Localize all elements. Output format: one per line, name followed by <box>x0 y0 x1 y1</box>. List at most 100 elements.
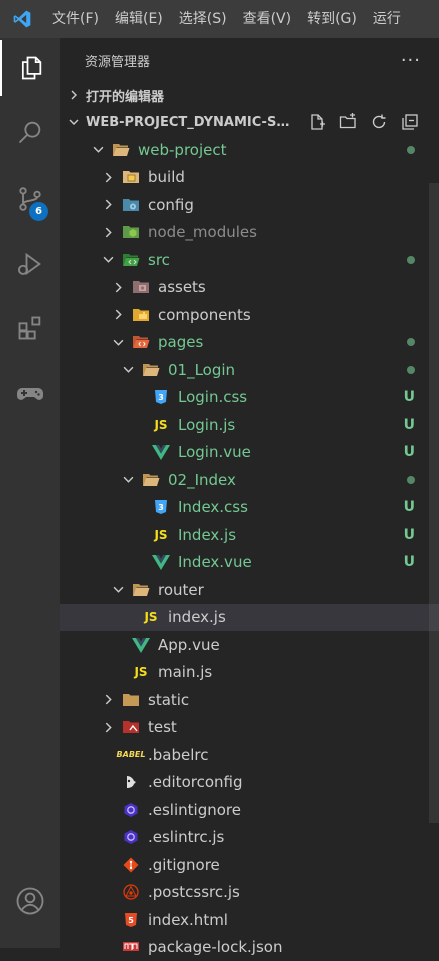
chevron-spacer <box>120 609 136 625</box>
chevron-right-icon[interactable] <box>100 169 116 185</box>
vue-file-icon <box>152 553 170 571</box>
git-status-untracked: U <box>404 417 415 433</box>
chevron-down-icon[interactable] <box>110 582 126 598</box>
chevron-down-icon[interactable] <box>110 334 126 350</box>
folder-open-icon <box>142 471 160 489</box>
tree-file-row[interactable]: Login.vueU <box>60 439 439 467</box>
tree-file-row[interactable]: Index.vueU <box>60 549 439 577</box>
tree-file-row[interactable]: .editorconfig <box>60 769 439 797</box>
extensions-icon[interactable] <box>0 300 60 356</box>
tree-file-row[interactable]: 3Index.cssU <box>60 494 439 522</box>
tree-file-row[interactable]: .eslintrc.js <box>60 824 439 852</box>
tree-file-row[interactable]: App.vue <box>60 631 439 659</box>
tree-folder-row[interactable]: router <box>60 576 439 604</box>
tree-folder-row[interactable]: static <box>60 686 439 714</box>
tree-item-label: Index.css <box>178 498 248 516</box>
chevron-spacer <box>130 444 146 460</box>
chevron-right-icon[interactable] <box>110 307 126 323</box>
menu-selection[interactable]: 选择(S) <box>171 0 235 38</box>
js-file-icon: JS <box>132 663 150 681</box>
explorer-actions <box>308 113 419 131</box>
menu-edit[interactable]: 编辑(E) <box>107 0 171 38</box>
eslint-file-icon <box>122 828 140 846</box>
new-folder-icon[interactable] <box>339 113 357 131</box>
tree-folder-row[interactable]: components <box>60 301 439 329</box>
chevron-down-icon[interactable] <box>120 362 136 378</box>
refresh-icon[interactable] <box>370 113 388 131</box>
chevron-right-icon[interactable] <box>110 279 126 295</box>
open-editors-label: 打开的编辑器 <box>86 86 164 105</box>
tree-file-row[interactable]: .gitignore <box>60 851 439 879</box>
chevron-spacer <box>100 939 116 955</box>
js-file-icon: JS <box>142 608 160 626</box>
tree-file-row[interactable]: JS Login.js U <box>60 411 439 439</box>
tree-file-row[interactable]: JSIndex.jsU <box>60 521 439 549</box>
chevron-right-icon[interactable] <box>100 197 116 213</box>
editorconfig-file-icon <box>122 773 140 791</box>
run-debug-icon[interactable] <box>0 236 60 292</box>
tree-file-row[interactable]: JSindex.js <box>60 604 439 632</box>
tree-file-row[interactable]: 5index.html <box>60 906 439 934</box>
tree-item-label: Login.js <box>178 416 235 434</box>
tree-folder-row[interactable]: pages <box>60 329 439 357</box>
menu-bar: 文件(F) 编辑(E) 选择(S) 查看(V) 转到(G) 运行 <box>44 0 409 38</box>
babel-file-icon: BABEL <box>122 746 140 764</box>
tree-file-row[interactable]: package-lock.json <box>60 934 439 961</box>
menu-run[interactable]: 运行 <box>365 0 409 38</box>
tree-folder-row[interactable]: test <box>60 714 439 742</box>
account-icon[interactable] <box>0 873 60 929</box>
gamepad-icon[interactable] <box>0 366 60 422</box>
chevron-right-icon[interactable] <box>100 224 116 240</box>
tree-folder-row[interactable]: web-project <box>60 136 439 164</box>
tree-folder-row[interactable]: 02_Index <box>60 466 439 494</box>
html-file-icon: 5 <box>122 911 140 929</box>
tree-file-row[interactable]: 3Login.cssU <box>60 384 439 412</box>
scm-badge: 6 <box>29 202 48 221</box>
tree-folder-row[interactable]: config <box>60 191 439 219</box>
chevron-right-icon[interactable] <box>100 692 116 708</box>
git-status-untracked: U <box>404 527 415 543</box>
open-editors-section[interactable]: 打开的编辑器 <box>60 82 439 108</box>
search-icon[interactable] <box>0 104 60 160</box>
chevron-down-icon[interactable] <box>120 472 136 488</box>
folder-open-icon <box>112 141 130 159</box>
css-file-icon: 3 <box>152 498 170 516</box>
project-section-header[interactable]: WEB-PROJECT_DYNAMIC-SUB... <box>60 108 439 136</box>
tree-file-row[interactable]: .postcssrc.js <box>60 879 439 907</box>
tree-item-label: components <box>158 306 251 324</box>
vue-file-icon <box>152 443 170 461</box>
menu-view[interactable]: 查看(V) <box>235 0 300 38</box>
tree-item-label: node_modules <box>148 223 257 241</box>
tree-item-label: test <box>148 718 177 736</box>
tree-folder-row[interactable]: build <box>60 164 439 192</box>
tree-item-label: static <box>148 691 189 709</box>
tree-item-label: .gitignore <box>148 856 220 874</box>
chevron-down-icon[interactable] <box>90 142 106 158</box>
source-control-icon[interactable]: 6 <box>0 171 60 227</box>
tree-file-row[interactable]: JSmain.js <box>60 659 439 687</box>
postcss-file-icon <box>122 883 140 901</box>
chevron-spacer <box>100 912 116 928</box>
tree-folder-row[interactable]: node_modules <box>60 219 439 247</box>
tree-file-row[interactable]: BABEL.babelrc <box>60 741 439 769</box>
chevron-down-icon[interactable] <box>100 252 116 268</box>
js-file-icon: JS <box>152 416 170 434</box>
menu-file[interactable]: 文件(F) <box>44 0 107 38</box>
tree-file-row[interactable]: .eslintignore <box>60 796 439 824</box>
chevron-right-icon[interactable] <box>100 719 116 735</box>
tree-folder-row[interactable]: src <box>60 246 439 274</box>
scrollbar-thumb[interactable] <box>429 183 439 823</box>
menu-go[interactable]: 转到(G) <box>299 0 365 38</box>
explorer-icon[interactable] <box>0 40 60 96</box>
file-tree: web-projectbuildconfig node_modulessrcass… <box>60 136 439 961</box>
tree-folder-row[interactable]: assets <box>60 274 439 302</box>
more-actions-icon[interactable]: ··· <box>401 50 421 71</box>
folder-config-icon <box>122 196 140 214</box>
new-file-icon[interactable] <box>308 113 326 131</box>
tree-item-label: package-lock.json <box>148 938 282 956</box>
tree-folder-row[interactable]: 01_Login <box>60 356 439 384</box>
vscode-logo-icon[interactable] <box>0 0 44 38</box>
tree-item-label: .postcssrc.js <box>148 883 240 901</box>
collapse-all-icon[interactable] <box>401 113 419 131</box>
activity-bar: 6 <box>0 38 60 948</box>
